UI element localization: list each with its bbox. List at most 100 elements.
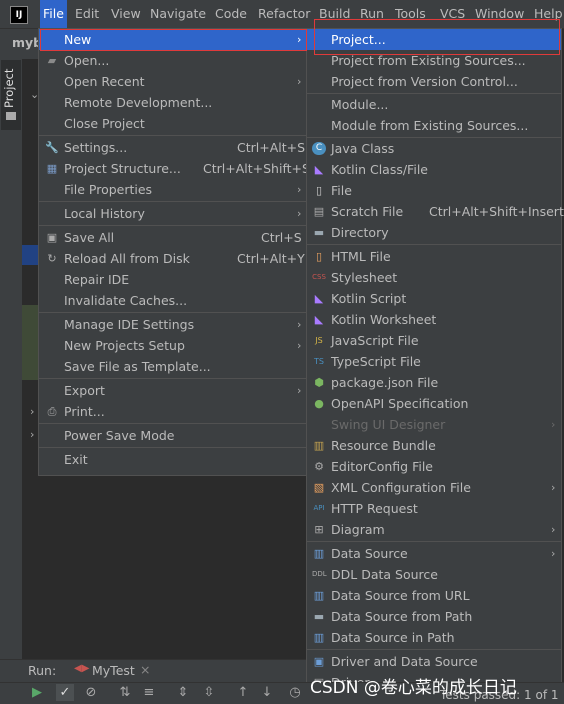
menu-item-file-properties[interactable]: File Properties › (39, 179, 307, 200)
menu-separator (39, 135, 307, 136)
expand-all-icon[interactable]: ⇕ (174, 684, 192, 701)
history-icon[interactable]: ◷ (286, 684, 304, 701)
new-submenu: Project... Project from Existing Sources… (306, 28, 564, 704)
chevron-right-icon[interactable]: › (30, 428, 34, 441)
chevron-right-icon: › (297, 33, 302, 46)
menu-item-package-json[interactable]: ⬢ package.json File (307, 372, 561, 393)
chevron-right-icon: › (297, 339, 302, 352)
menu-item-open[interactable]: ▰ Open... (39, 50, 307, 71)
previous-icon[interactable]: ↑ (234, 684, 252, 701)
menu-item-data-source[interactable]: ▥ Data Source › (307, 543, 561, 564)
menu-separator (307, 649, 561, 650)
menu-file[interactable]: File (40, 0, 67, 28)
menu-vcs[interactable]: VCS (437, 0, 468, 28)
menu-item-invalidate-caches[interactable]: Invalidate Caches... (39, 290, 307, 311)
next-icon[interactable]: ↓ (258, 684, 276, 701)
menu-edit[interactable]: Edit (72, 0, 102, 28)
menu-item-export[interactable]: Export › (39, 380, 307, 401)
css-file-icon: CSS (312, 273, 326, 281)
sort-alpha-icon[interactable]: ⇅ (116, 684, 134, 701)
menu-item-manage-ide-settings[interactable]: Manage IDE Settings › (39, 314, 307, 335)
menu-item-swing-ui-designer[interactable]: Swing UI Designer › (307, 414, 561, 435)
menu-item-repair-ide[interactable]: Repair IDE (39, 269, 307, 290)
menu-item-kotlin-script[interactable]: ◣ Kotlin Script (307, 288, 561, 309)
menu-item-kotlin-class[interactable]: ◣ Kotlin Class/File (307, 159, 561, 180)
menu-item-remote-development[interactable]: Remote Development... (39, 92, 307, 113)
menu-item-power-save-mode[interactable]: Power Save Mode (39, 425, 307, 446)
menu-item-openapi-specification[interactable]: ● OpenAPI Specification (307, 393, 561, 414)
menu-item-javascript-file[interactable]: JS JavaScript File (307, 330, 561, 351)
chevron-right-icon: › (551, 523, 556, 536)
menu-navigate[interactable]: Navigate (147, 0, 209, 28)
database-url-icon: ▥ (313, 589, 325, 602)
chevron-right-icon: › (551, 418, 556, 431)
menu-item-save-all[interactable]: ▣ Save All Ctrl+S (39, 227, 307, 248)
kotlin-worksheet-icon: ◣ (314, 313, 324, 326)
reload-icon: ↻ (47, 252, 57, 265)
menu-item-editorconfig[interactable]: ⚙ EditorConfig File (307, 456, 561, 477)
database-icon: ▥ (313, 631, 325, 644)
menu-item-project-existing-sources[interactable]: Project from Existing Sources... (307, 50, 561, 71)
collapse-all-icon[interactable]: ⇳ (200, 684, 218, 701)
menu-item-new-projects-setup[interactable]: New Projects Setup › (39, 335, 307, 356)
menu-help[interactable]: Help (531, 0, 564, 28)
chevron-right-icon[interactable]: › (30, 405, 34, 418)
menu-item-typescript-file[interactable]: TS TypeScript File (307, 351, 561, 372)
gear-icon: ⚙ (314, 460, 324, 473)
menu-item-settings[interactable]: 🔧 Settings... Ctrl+Alt+S (39, 137, 307, 158)
printer-icon: ⎙ (47, 405, 57, 418)
database-icon: ▥ (313, 547, 325, 560)
menu-item-java-class[interactable]: C Java Class (307, 138, 561, 159)
watermark: CSDN @卷心菜的成长日记 (310, 678, 517, 698)
menu-item-html-file[interactable]: ▯ HTML File (307, 246, 561, 267)
xml-file-icon: ▧ (313, 481, 325, 494)
menu-separator (39, 312, 307, 313)
menu-item-driver-and-data-source[interactable]: ▣ Driver and Data Source (307, 651, 561, 672)
menu-item-xml-configuration[interactable]: ▧ XML Configuration File › (307, 477, 561, 498)
menu-item-save-as-template[interactable]: Save File as Template... (39, 356, 307, 377)
menu-item-resource-bundle[interactable]: ▥ Resource Bundle (307, 435, 561, 456)
menu-item-directory[interactable]: ▬ Directory (307, 222, 561, 243)
menu-code[interactable]: Code (212, 0, 250, 28)
menu-item-module[interactable]: Module... (307, 94, 561, 115)
folder-icon: ▬ (313, 610, 325, 623)
run-icon[interactable]: ▶ (28, 684, 46, 701)
menu-item-ddl-data-source[interactable]: DDL DDL Data Source (307, 564, 561, 585)
menu-item-kotlin-worksheet[interactable]: ◣ Kotlin Worksheet (307, 309, 561, 330)
intellij-app-icon: IJ (10, 6, 28, 24)
menu-item-project-version-control[interactable]: Project from Version Control... (307, 71, 561, 92)
menu-item-module-existing-sources[interactable]: Module from Existing Sources... (307, 115, 561, 136)
menu-window[interactable]: Window (472, 0, 527, 28)
menu-item-reload-from-disk[interactable]: ↻ Reload All from Disk Ctrl+Alt+Y (39, 248, 307, 269)
menu-item-exit[interactable]: Exit (39, 449, 307, 470)
show-passed-icon[interactable]: ✓ (56, 684, 74, 701)
menu-view[interactable]: View (108, 0, 144, 28)
menu-item-new-project[interactable]: Project... (307, 29, 561, 50)
run-config-tab[interactable]: MyTest (92, 663, 135, 678)
menu-tools[interactable]: Tools (392, 0, 429, 28)
html-file-icon: ▯ (315, 250, 323, 263)
menu-build[interactable]: Build (316, 0, 353, 28)
menu-item-file[interactable]: ▯ File (307, 180, 561, 201)
menu-item-data-source-in-path[interactable]: ▥ Data Source in Path (307, 627, 561, 648)
menu-item-print[interactable]: ⎙ Print... (39, 401, 307, 422)
sort-duration-icon[interactable]: ≡ (140, 684, 158, 701)
menu-item-data-source-path[interactable]: ▬ Data Source from Path (307, 606, 561, 627)
project-tool-tab-label: Project (2, 68, 16, 108)
menu-refactor[interactable]: Refactor (255, 0, 313, 28)
menu-item-local-history[interactable]: Local History › (39, 203, 307, 224)
menu-item-open-recent[interactable]: Open Recent › (39, 71, 307, 92)
show-ignored-icon[interactable]: ⊘ (82, 684, 100, 701)
openapi-icon: ● (314, 397, 324, 410)
menu-item-new[interactable]: New › (39, 29, 307, 50)
menu-item-scratch-file[interactable]: ▤ Scratch File Ctrl+Alt+Shift+Insert (307, 201, 564, 222)
close-icon[interactable]: × (140, 662, 150, 677)
menu-run[interactable]: Run (357, 0, 387, 28)
menu-item-stylesheet[interactable]: CSS Stylesheet (307, 267, 561, 288)
chevron-right-icon: › (297, 207, 302, 220)
menu-item-close-project[interactable]: Close Project (39, 113, 307, 134)
menu-item-http-request[interactable]: API HTTP Request (307, 498, 561, 519)
menu-item-project-structure[interactable]: ▦ Project Structure... Ctrl+Alt+Shift+S (39, 158, 310, 179)
menu-item-data-source-url[interactable]: ▥ Data Source from URL (307, 585, 561, 606)
menu-item-diagram[interactable]: ⊞ Diagram › (307, 519, 561, 540)
